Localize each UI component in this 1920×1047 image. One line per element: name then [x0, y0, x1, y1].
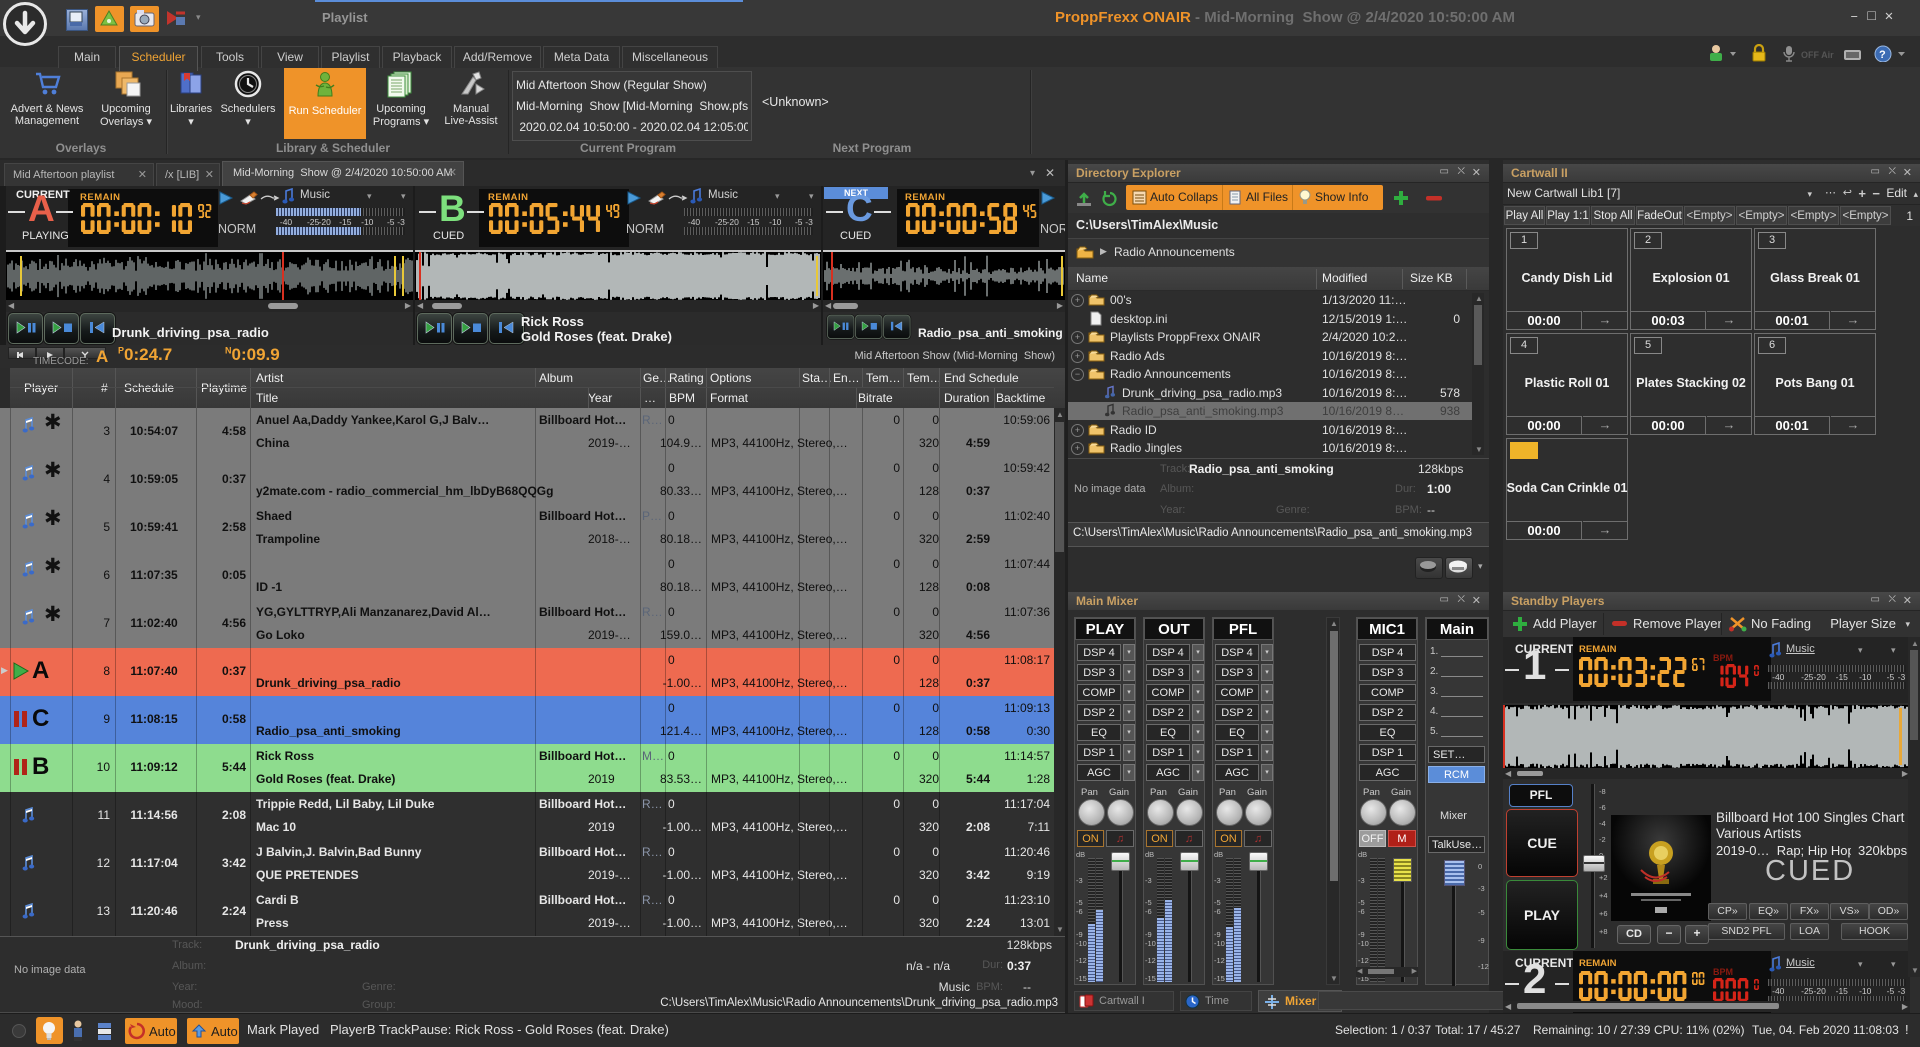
svg-text:?: ? [1879, 49, 1886, 61]
svg-text:OFF Air: OFF Air [1801, 50, 1834, 60]
